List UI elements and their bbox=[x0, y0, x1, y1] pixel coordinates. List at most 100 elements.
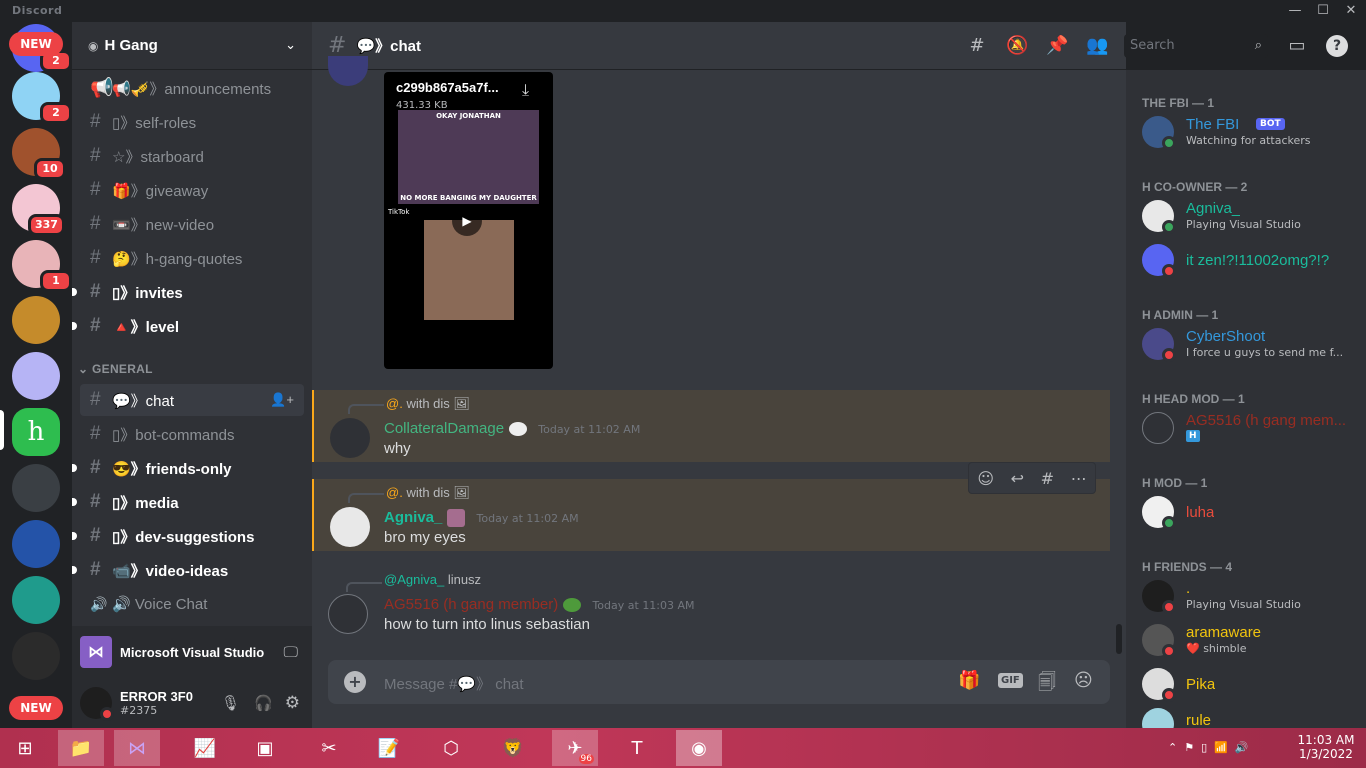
message-author[interactable]: AG5516 (h gang member) bbox=[384, 596, 558, 613]
close-button[interactable]: ✕ bbox=[1336, 2, 1366, 20]
clock[interactable]: 11:03 AM 1/3/2022 bbox=[1296, 728, 1356, 768]
gif-button[interactable]: GIF bbox=[998, 673, 1023, 688]
server-icon[interactable] bbox=[12, 464, 60, 512]
member-item[interactable]: it zen!?!11002omg?!? bbox=[1142, 240, 1362, 280]
guild-header[interactable]: ◉ H Gang ⌄ bbox=[72, 22, 312, 70]
channel-friends-only[interactable]: # 😎》friends-only bbox=[72, 452, 304, 484]
minimize-button[interactable]: — bbox=[1280, 2, 1310, 20]
member-item[interactable]: AG5516 (h gang mem... H bbox=[1142, 408, 1362, 448]
channel-announcements[interactable]: 📢 📢🎺》announcements bbox=[80, 72, 304, 104]
maximize-button[interactable]: ☐ bbox=[1308, 2, 1338, 20]
member-item[interactable]: CyberShoot I force u guys to send me f..… bbox=[1142, 324, 1362, 364]
discord-taskbar-icon[interactable]: ◉ bbox=[676, 730, 722, 766]
download-icon[interactable]: ⤓ bbox=[522, 80, 529, 100]
message-input[interactable]: Message #💬》 chat bbox=[384, 673, 524, 694]
member-item[interactable]: aramaware ❤️ shimble bbox=[1142, 620, 1362, 660]
visual-studio-taskbar-icon[interactable]: ⋈ bbox=[114, 730, 160, 766]
message[interactable]: @Agniva_ linusz AG5516 (h gang member) T… bbox=[312, 568, 1110, 640]
emoji-icon[interactable]: ☹ bbox=[1074, 670, 1093, 691]
new-mentions-pill[interactable]: NEW bbox=[9, 696, 63, 720]
help-icon[interactable]: ? bbox=[1326, 35, 1348, 57]
settings-gear-icon[interactable]: ⚙ bbox=[285, 693, 300, 713]
screen-share-icon[interactable]: 🖵 bbox=[284, 643, 298, 661]
reply-icon[interactable]: ↩ bbox=[1011, 469, 1024, 488]
add-reaction-icon[interactable]: ☺ bbox=[977, 469, 994, 488]
guild-name: H Gang bbox=[104, 37, 158, 54]
member-item[interactable]: The FBI BOT Watching for attackers bbox=[1142, 112, 1362, 152]
mute-mic-icon[interactable]: 🎙 bbox=[221, 694, 240, 712]
member-item[interactable]: rule bbox=[1142, 704, 1362, 728]
server-icon-h-gang[interactable]: h bbox=[12, 408, 60, 456]
brave-browser-icon[interactable]: 🦁 bbox=[490, 730, 536, 766]
channel-giveaway[interactable]: # 🎁》giveaway bbox=[80, 174, 304, 206]
scrollbar-thumb[interactable] bbox=[1116, 624, 1122, 654]
channel-new-video[interactable]: # 📼》new-video bbox=[80, 208, 304, 240]
task-manager-icon[interactable]: 📈 bbox=[182, 730, 228, 766]
teams-icon[interactable]: T bbox=[614, 730, 660, 766]
server-icon[interactable] bbox=[12, 520, 60, 568]
attachment-filename[interactable]: c299b867a5a7f... bbox=[396, 80, 499, 95]
snipping-tool-icon[interactable]: ✂ bbox=[306, 730, 352, 766]
channel-invites[interactable]: # ▯》invites bbox=[72, 276, 304, 308]
message-composer[interactable]: + Message #💬》 chat 🎁 GIF 🗐 ☹ bbox=[328, 660, 1110, 704]
message-actions-toolbar: ☺ ↩ # ⋯ bbox=[968, 462, 1096, 494]
video-attachment[interactable]: c299b867a5a7f... 431.33 KB ⤓ OKAY JONATH… bbox=[384, 72, 553, 369]
avatar[interactable] bbox=[328, 594, 368, 634]
channel-media[interactable]: # ▯》media bbox=[72, 486, 304, 518]
pin-icon[interactable]: 📌 bbox=[1046, 35, 1068, 57]
telegram-icon[interactable]: ✈ 96 bbox=[552, 730, 598, 766]
notepad-plus-icon[interactable]: 📝 bbox=[366, 730, 412, 766]
message-author[interactable]: Agniva_ bbox=[384, 509, 442, 526]
create-thread-icon[interactable]: # bbox=[1041, 469, 1054, 488]
channel-level[interactable]: # 🔺》level bbox=[72, 310, 304, 342]
notification-bell-muted-icon[interactable]: 🔕 bbox=[1006, 35, 1028, 57]
server-icon[interactable] bbox=[12, 296, 60, 344]
avatar[interactable] bbox=[330, 418, 370, 458]
message[interactable]: @. with dis 🖼 CollateralDamage Today at … bbox=[312, 390, 1110, 462]
virtualbox-icon[interactable]: ⬡ bbox=[428, 730, 474, 766]
members-list-icon[interactable]: 👥 bbox=[1086, 35, 1108, 57]
windows-start-icon[interactable]: ⊞ bbox=[2, 730, 48, 766]
play-icon[interactable]: ▶ bbox=[452, 206, 482, 236]
member-item[interactable]: . Playing Visual Studio bbox=[1142, 576, 1362, 616]
avatar[interactable] bbox=[330, 507, 370, 547]
avatar[interactable] bbox=[328, 56, 368, 86]
file-explorer-icon[interactable]: 📁 bbox=[58, 730, 104, 766]
channel-bot-commands[interactable]: # ▯》bot-commands bbox=[80, 418, 304, 450]
sticker-icon[interactable]: 🗐 bbox=[1038, 670, 1056, 700]
category-general[interactable]: ⌄ GENERAL bbox=[78, 362, 153, 376]
inbox-icon[interactable]: ▭ bbox=[1286, 35, 1308, 57]
activity-panel[interactable]: ⋈ Microsoft Visual Studio 🖵 bbox=[72, 626, 312, 678]
system-tray-icons[interactable]: ⌃ ⚑ ▯ 📶 🔊 bbox=[1168, 728, 1249, 768]
avatar[interactable] bbox=[80, 687, 114, 721]
channel-h-gang-quotes[interactable]: # 🤔》h-gang-quotes bbox=[80, 242, 304, 274]
channel-starboard[interactable]: # ☆》starboard bbox=[80, 140, 304, 172]
reply-reference[interactable]: @Agniva_ linusz bbox=[384, 572, 481, 587]
more-options-icon[interactable]: ⋯ bbox=[1071, 469, 1087, 488]
invite-member-icon[interactable]: 👤+ bbox=[270, 392, 294, 408]
member-item[interactable]: luha bbox=[1142, 492, 1362, 532]
reply-reference[interactable]: @. with dis 🖼 bbox=[386, 485, 470, 501]
new-mentions-pill[interactable]: NEW bbox=[9, 32, 63, 56]
server-icon[interactable] bbox=[12, 576, 60, 624]
server-rail: NEW 2 2 10 337 1 h NEW bbox=[0, 22, 72, 728]
channel-video-ideas[interactable]: # 📹》video-ideas bbox=[72, 554, 304, 586]
message-author[interactable]: CollateralDamage bbox=[384, 420, 504, 437]
chevron-down-icon[interactable]: ⌄ bbox=[285, 38, 296, 53]
channel-chat[interactable]: # 💬》chat 👤+ bbox=[80, 384, 304, 416]
search-input[interactable]: Search ⌕ bbox=[1124, 34, 1268, 58]
channel-self-roles[interactable]: # ▯》self-roles bbox=[80, 106, 304, 138]
gift-icon[interactable]: 🎁 bbox=[958, 670, 980, 691]
server-icon[interactable] bbox=[12, 632, 60, 680]
member-item[interactable]: Pika bbox=[1142, 664, 1362, 704]
reply-reference[interactable]: @. with dis 🖼 bbox=[386, 396, 470, 412]
telegram-badge: 96 bbox=[578, 754, 594, 764]
server-icon[interactable] bbox=[12, 352, 60, 400]
channel-voice-chat[interactable]: 🔊 🔊 Voice Chat bbox=[80, 588, 304, 620]
threads-icon[interactable]: # bbox=[966, 35, 988, 57]
member-item[interactable]: Agniva_ Playing Visual Studio bbox=[1142, 196, 1362, 236]
headphones-icon[interactable]: 🎧 bbox=[254, 694, 273, 712]
terminal-icon[interactable]: ▣ bbox=[242, 730, 288, 766]
channel-dev-suggestions[interactable]: # ▯》dev-suggestions bbox=[72, 520, 304, 552]
attach-plus-icon[interactable]: + bbox=[344, 671, 366, 693]
